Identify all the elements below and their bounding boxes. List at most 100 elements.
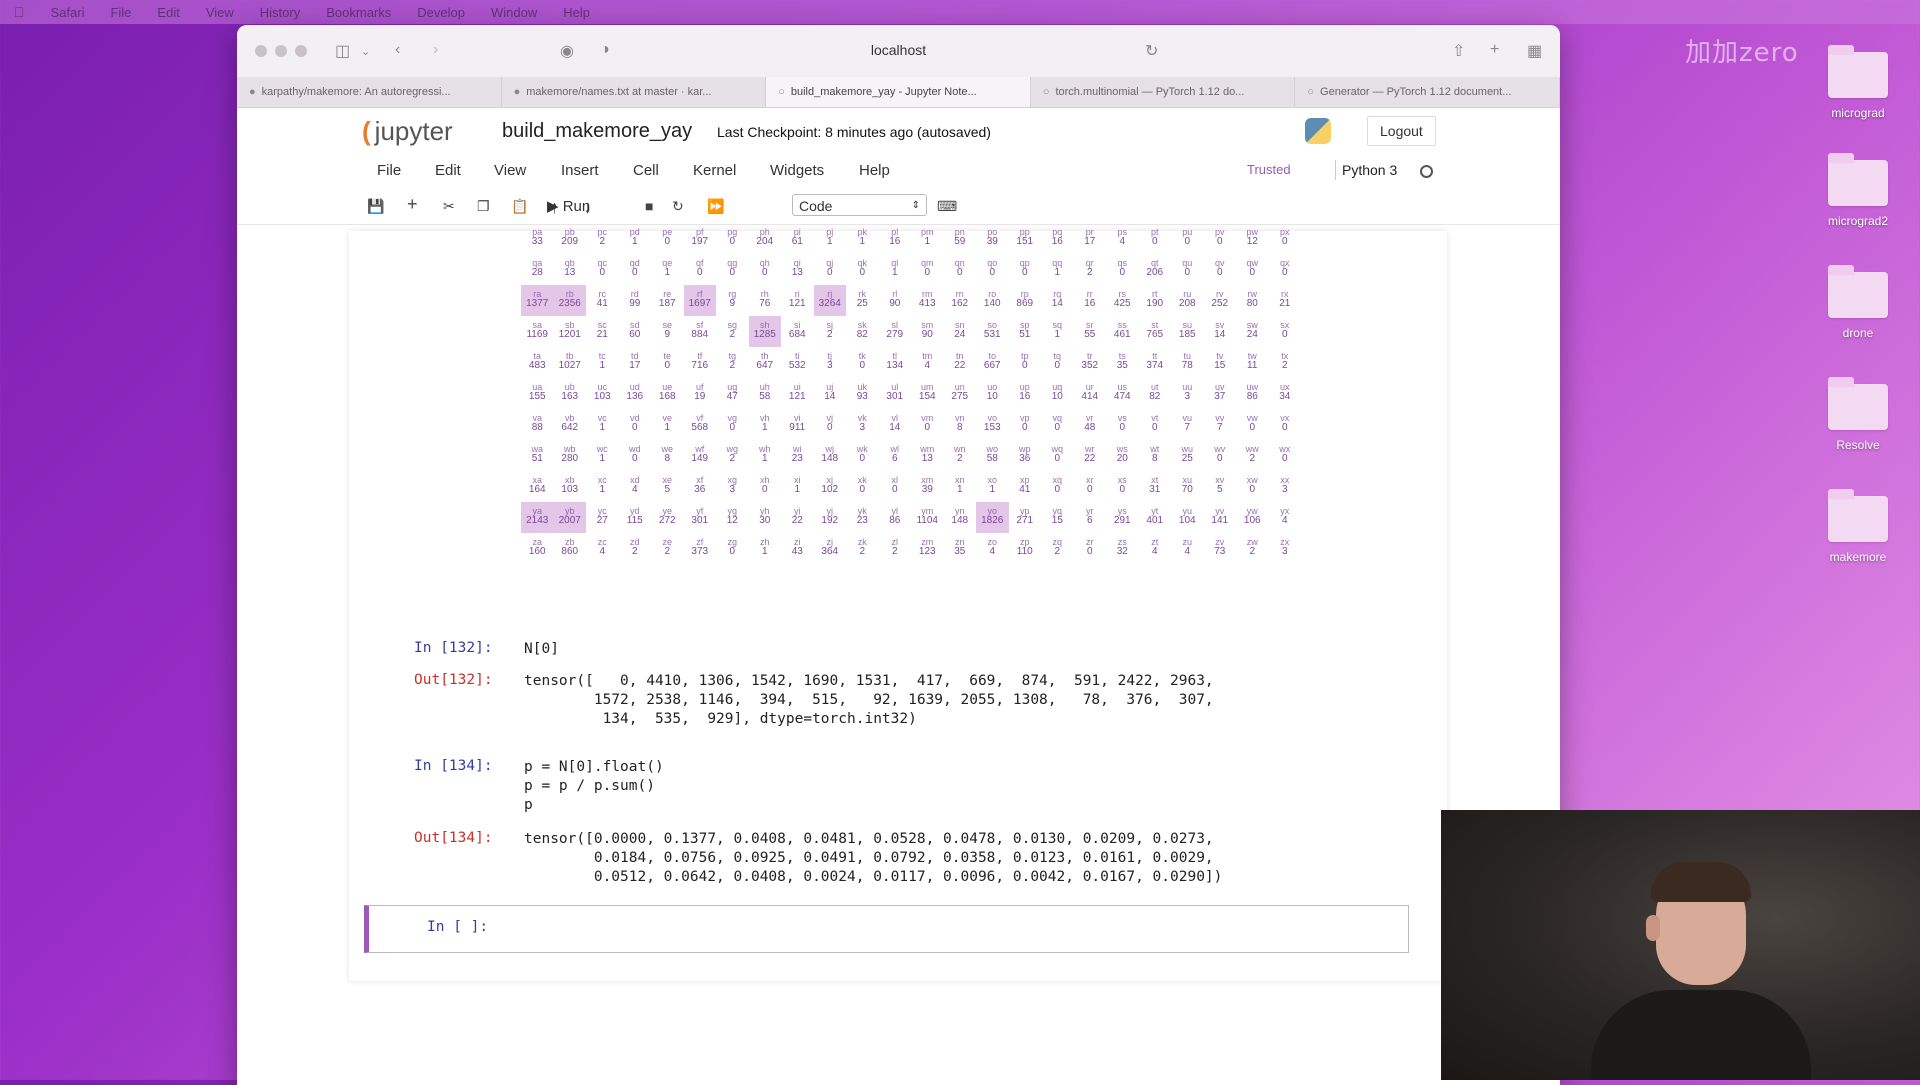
fast-forward-icon[interactable]: ⏩ [707, 198, 724, 215]
bigram-label: yu [1182, 506, 1192, 516]
grid-cell: td 17 [619, 347, 652, 378]
menu-insert[interactable]: Insert [561, 162, 599, 179]
grid-cell: zt 4 [1139, 533, 1172, 564]
grid-cell: wd 0 [619, 440, 652, 471]
menu-widgets[interactable]: Widgets [770, 162, 824, 179]
bigram-label: tv [1216, 351, 1224, 361]
grid-cell: pm 1 [911, 223, 944, 254]
reload-icon[interactable]: ↻ [1145, 41, 1158, 61]
bigram-count: 0 [1021, 422, 1028, 433]
bigram-label: zi [794, 537, 801, 547]
paste-icon[interactable]: 📋 [511, 198, 528, 215]
save-icon[interactable]: 💾 [367, 198, 384, 215]
bigram-count: 272 [658, 515, 676, 526]
grid-cell: zm 123 [911, 533, 944, 564]
tab-torch-generator[interactable]: ○ Generator — PyTorch 1.12 document... [1295, 77, 1560, 107]
cut-icon[interactable]: ✂ [443, 198, 455, 215]
bigram-label: xg [727, 475, 737, 485]
bigram-count: 76 [759, 298, 771, 309]
bigram-count: 0 [924, 267, 931, 278]
bigram-label: zq [1052, 537, 1062, 547]
menu-file[interactable]: File [377, 162, 401, 179]
bigram-label: tc [598, 351, 606, 361]
bigram-count: 115 [626, 515, 643, 526]
grid-cell: va 88 [521, 409, 554, 440]
tab-overview-icon[interactable]: ▦ [1527, 41, 1542, 61]
grid-cell: wn 2 [944, 440, 977, 471]
grid-cell: zu 4 [1171, 533, 1204, 564]
bigram-label: qq [1052, 258, 1063, 268]
tab-torch-multinomial[interactable]: ○ torch.multinomial — PyTorch 1.12 do... [1031, 77, 1296, 107]
menu-edit[interactable]: Edit [435, 162, 461, 179]
bigram-label: zs [1117, 537, 1127, 547]
new-tab-icon[interactable]: + [1490, 41, 1499, 59]
bigram-count: 413 [918, 298, 936, 309]
bigram-label: wb [563, 444, 576, 454]
stop-icon[interactable]: ■ [645, 198, 653, 214]
desktop-folder-resolve[interactable]: Resolve [1820, 377, 1896, 452]
menu-help[interactable]: Help [859, 162, 890, 179]
empty-code-cell[interactable]: In [ ]: [364, 905, 1409, 953]
logout-button[interactable]: Logout [1367, 116, 1436, 146]
grid-cell: xg 3 [716, 471, 749, 502]
tab-jupyter-notebook[interactable]: ○ build_makemore_yay - Jupyter Note... [766, 77, 1031, 107]
code-cell-134[interactable]: p = N[0].float() p = p / p.sum() p [524, 758, 664, 815]
desktop-folder-drone[interactable]: drone [1820, 265, 1896, 340]
menubar-item-develop[interactable]: Develop [417, 5, 465, 20]
menubar-item-view[interactable]: View [206, 5, 234, 20]
menubar-item-edit[interactable]: Edit [157, 5, 179, 20]
menubar-item-file[interactable]: File [110, 5, 131, 20]
menu-cell[interactable]: Cell [633, 162, 659, 179]
menu-view[interactable]: View [494, 162, 526, 179]
bigram-count: 0 [1054, 484, 1061, 495]
notebook-name[interactable]: build_makemore_yay [502, 120, 692, 143]
bigram-count: 280 [561, 453, 579, 464]
code-cell-132[interactable]: N[0] [524, 640, 559, 659]
menu-kernel[interactable]: Kernel [693, 162, 736, 179]
apple-icon[interactable]:  [14, 4, 25, 20]
trusted-indicator[interactable]: Trusted [1247, 162, 1291, 177]
address-bar[interactable]: localhost [237, 42, 1560, 58]
menubar-item-help[interactable]: Help [563, 5, 590, 20]
bigram-count: 0 [859, 484, 866, 495]
grid-cell: wh 1 [749, 440, 782, 471]
tab-names-txt[interactable]: ● makemore/names.txt at master · kar... [502, 77, 767, 107]
menubar-item-history[interactable]: History [260, 5, 300, 20]
tab-makemore-repo[interactable]: ● karpathy/makemore: An autoregressi... [237, 77, 502, 107]
bigram-count: 17 [629, 360, 641, 371]
copy-icon[interactable]: ❐ [477, 198, 490, 215]
run-button[interactable]: ▶ Run [547, 197, 590, 215]
watermark: 加加zero [1685, 38, 1799, 68]
menubar-item-window[interactable]: Window [491, 5, 537, 20]
restart-icon[interactable]: ↻ [672, 198, 684, 215]
bigram-count: 0 [1216, 267, 1223, 278]
menubar-item-bookmarks[interactable]: Bookmarks [326, 5, 391, 20]
bigram-label: za [532, 537, 542, 547]
add-cell-icon[interactable]: + [407, 194, 418, 215]
bigram-label: zn [954, 537, 965, 547]
grid-cell: ub 163 [554, 378, 587, 409]
desktop-folder-micrograd[interactable]: micrograd [1820, 45, 1896, 120]
jupyter-logo[interactable]: (jupyter [362, 116, 453, 147]
bigram-count: 39 [986, 236, 998, 247]
bigram-label: qe [662, 258, 673, 268]
grid-cell: uw 86 [1236, 378, 1269, 409]
folder-label: Resolve [1836, 438, 1880, 452]
share-icon[interactable]: ⇧ [1452, 41, 1465, 61]
desktop-folder-micrograd2[interactable]: micrograd2 [1820, 153, 1896, 228]
keyboard-icon[interactable]: ⌨ [937, 198, 957, 215]
grid-cell: st 765 [1139, 316, 1172, 347]
desktop-folder-makemore[interactable]: makemore [1820, 489, 1896, 564]
menubar-item-app[interactable]: Safari [51, 5, 85, 20]
grid-cell: zk 2 [846, 533, 879, 564]
grid-cell: qu 0 [1171, 254, 1204, 285]
cell-type-select[interactable]: Code ⇕ [792, 194, 927, 216]
grid-cell: yh 30 [749, 502, 782, 533]
bigram-count: 8 [1151, 453, 1158, 464]
grid-row: ua 155 ub 163 uc 103 ud 136 ue 168 uf 19 ug 47 uh 58 ui 1… [521, 378, 1301, 409]
kernel-name[interactable]: Python 3 [1335, 160, 1397, 180]
bigram-label: yd [629, 506, 640, 516]
bigram-count: 10 [1051, 391, 1063, 402]
bigram-label: si [794, 320, 801, 330]
bigram-count: 6 [891, 453, 898, 464]
